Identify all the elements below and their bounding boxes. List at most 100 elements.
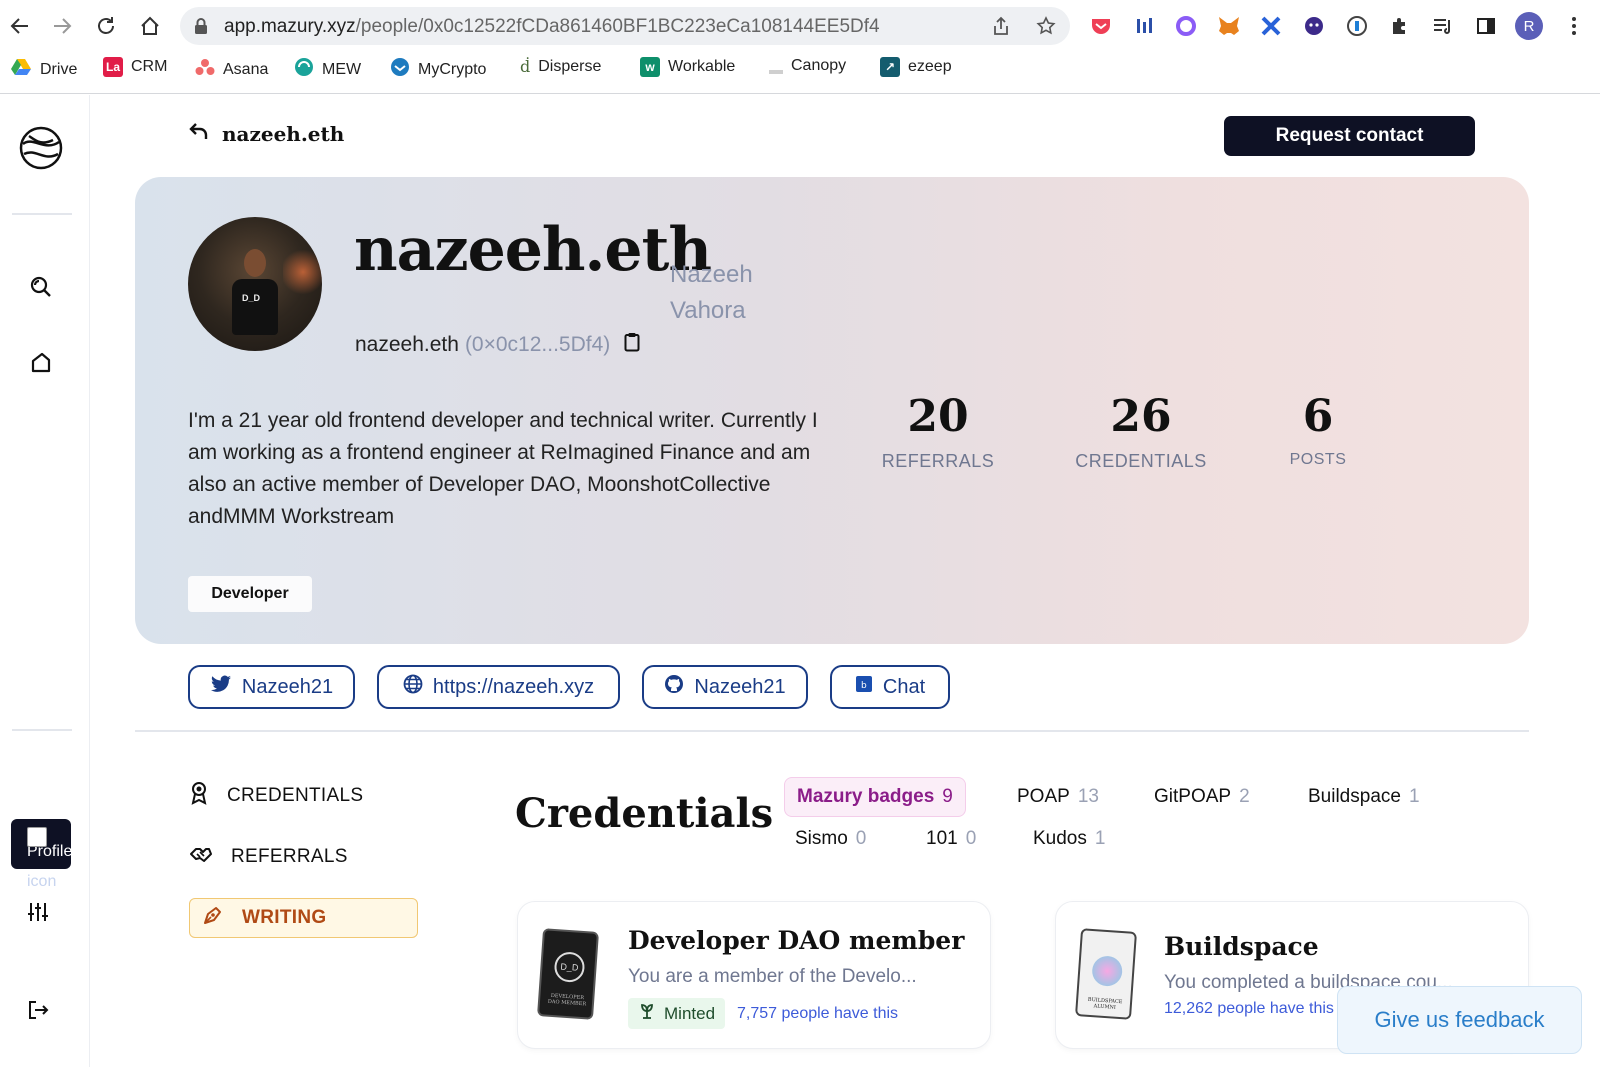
badge-thumb-caption: BUILDSPACE ALUMNI	[1087, 996, 1123, 1011]
tab-count: 0	[965, 828, 977, 849]
holders-count-link[interactable]: 12,262 people have this	[1164, 1000, 1334, 1018]
mazury-logo-icon[interactable]	[18, 125, 64, 171]
tab-label: Sismo	[795, 828, 848, 849]
menu-item-referrals[interactable]: REFERRALS	[189, 837, 348, 877]
bookmark-drive[interactable]: Drive	[10, 57, 77, 82]
home-icon[interactable]	[25, 346, 57, 378]
menu-item-label: REFERRALS	[231, 846, 348, 867]
back-arrow-icon[interactable]	[6, 12, 34, 40]
twitter-icon	[210, 675, 232, 699]
sidebar-divider	[12, 213, 72, 215]
wallet-address: (0×0c12...5Df4)	[464, 333, 611, 356]
credential-card-developer-dao[interactable]: D_D DEVELOPER DAO MEMBER Developer DAO m…	[517, 901, 991, 1049]
tab-mazury-badges[interactable]: Mazury badges 9	[784, 777, 966, 817]
tab-101[interactable]: 101 0	[926, 828, 976, 850]
github-link-label: Nazeeh21	[694, 675, 786, 698]
stat-label: POSTS	[1289, 451, 1347, 468]
browser-chrome: app.mazury.xyz/people/0x0c12522fCDa86146…	[0, 0, 1600, 94]
tab-count: 1	[1094, 828, 1106, 849]
stat-posts[interactable]: 6 POSTS	[1228, 389, 1408, 469]
profile-handle: nazeeh.eth (0×0c12...5Df4)	[355, 332, 640, 358]
twitter-link[interactable]: Nazeeh21	[188, 665, 355, 709]
tab-label: POAP	[1017, 786, 1070, 807]
extensions-puzzle-icon[interactable]	[1386, 12, 1414, 40]
tab-gitpoap[interactable]: GitPOAP 2	[1154, 786, 1250, 808]
extension-face-icon[interactable]	[1300, 12, 1328, 40]
browser-menu-icon[interactable]	[1560, 12, 1588, 40]
reload-icon[interactable]	[92, 12, 120, 40]
share-icon[interactable]	[992, 16, 1010, 41]
back-link[interactable]: nazeeh.eth	[188, 121, 344, 146]
pocket-icon[interactable]	[1087, 12, 1115, 40]
clipboard-icon[interactable]	[624, 332, 640, 358]
bookmark-crm[interactable]: La CRM	[103, 57, 167, 77]
side-panel-icon[interactable]	[1472, 12, 1500, 40]
website-link-label: https://nazeeh.xyz	[432, 675, 595, 698]
svg-text:b: b	[861, 681, 867, 691]
bookmark-ezeep[interactable]: ↗ ezeep	[880, 57, 952, 77]
extension-circle-icon[interactable]	[1172, 12, 1200, 40]
back-link-label: nazeeh.eth	[222, 121, 345, 146]
profile-image-placeholder[interactable]: Profile icon	[11, 819, 72, 890]
address-bar[interactable]: app.mazury.xyz/people/0x0c12522fCDa86146…	[180, 7, 1070, 45]
metamask-fox-icon[interactable]	[1215, 12, 1243, 40]
forward-arrow-icon[interactable]	[48, 12, 76, 40]
bookmark-canopy[interactable]: Canopy	[769, 57, 846, 75]
profile-alt-text-overflow: icon	[27, 873, 57, 890]
user-avatar[interactable]: R	[1515, 12, 1543, 40]
stat-value: 6	[1302, 391, 1334, 442]
tab-label: Kudos	[1033, 828, 1087, 849]
role-tag: Developer	[188, 576, 312, 612]
bookmark-disperse[interactable]: ḋ Disperse	[520, 57, 601, 76]
avatar: D_D	[188, 217, 322, 351]
profile-username: nazeeh.eth	[354, 215, 712, 285]
bookmark-star-icon[interactable]	[1036, 16, 1056, 41]
stat-referrals[interactable]: 20 REFERRALS	[848, 389, 1028, 472]
avatar-background-light	[283, 247, 322, 297]
stat-value: 20	[907, 391, 969, 442]
sliders-settings-icon[interactable]	[22, 896, 54, 928]
tab-poap[interactable]: POAP 13	[1017, 786, 1099, 808]
give-feedback-button[interactable]: Give us feedback	[1337, 986, 1582, 1054]
menu-item-writing[interactable]: WRITING	[189, 898, 418, 938]
reading-list-icon[interactable]	[1429, 12, 1457, 40]
extension-lock-icon[interactable]	[1343, 12, 1371, 40]
tab-kudos[interactable]: Kudos 1	[1033, 828, 1105, 850]
handshake-icon	[189, 844, 213, 870]
tab-label: Buildspace	[1308, 786, 1401, 807]
tab-sismo[interactable]: Sismo 0	[795, 828, 866, 850]
holders-count-link[interactable]: 7,757 people have this	[737, 1005, 898, 1023]
bookmark-workable[interactable]: w Workable	[640, 57, 735, 77]
menu-item-credentials[interactable]: CREDENTIALS	[189, 776, 363, 816]
chat-link[interactable]: b Chat	[830, 665, 950, 709]
menu-item-label: WRITING	[242, 907, 327, 928]
home-icon[interactable]	[136, 12, 164, 40]
tab-buildspace[interactable]: Buildspace 1	[1308, 786, 1420, 808]
minted-label: Minted	[664, 1003, 716, 1023]
handle-text: nazeeh.eth	[355, 333, 459, 356]
tab-count: 1	[1408, 786, 1420, 807]
tab-count: 2	[1239, 786, 1250, 807]
stat-credentials[interactable]: 26 CREDENTIALS	[1051, 389, 1231, 472]
extension-bars-icon[interactable]	[1130, 12, 1158, 40]
tab-count: 0	[855, 828, 867, 849]
profile-bio: I'm a 21 year old frontend developer and…	[188, 409, 818, 528]
extension-x-icon[interactable]	[1257, 12, 1285, 40]
bookmark-asana[interactable]: Asana	[195, 57, 268, 82]
search-icon[interactable]	[25, 271, 57, 303]
section-divider	[135, 730, 1529, 732]
bookmark-mycrypto[interactable]: MyCrypto	[390, 57, 486, 82]
chat-link-label: Chat	[882, 675, 926, 698]
disperse-icon: ḋ	[520, 57, 531, 76]
stat-label: REFERRALS	[881, 451, 995, 471]
logout-icon[interactable]	[22, 994, 54, 1026]
broken-image-icon	[27, 827, 47, 847]
request-contact-button[interactable]: Request contact	[1224, 116, 1475, 156]
bookmark-mew[interactable]: MEW	[294, 57, 361, 82]
github-link[interactable]: Nazeeh21	[642, 665, 808, 709]
mint-leaf-icon	[638, 1002, 656, 1025]
twitter-link-label: Nazeeh21	[241, 675, 334, 698]
badge-thumb-caption: DEVELOPER DAO MEMBER	[547, 992, 587, 1008]
buildspace-badge-image: BUILDSPACE ALUMNI	[1074, 928, 1138, 1020]
website-link[interactable]: https://nazeeh.xyz	[377, 665, 620, 709]
